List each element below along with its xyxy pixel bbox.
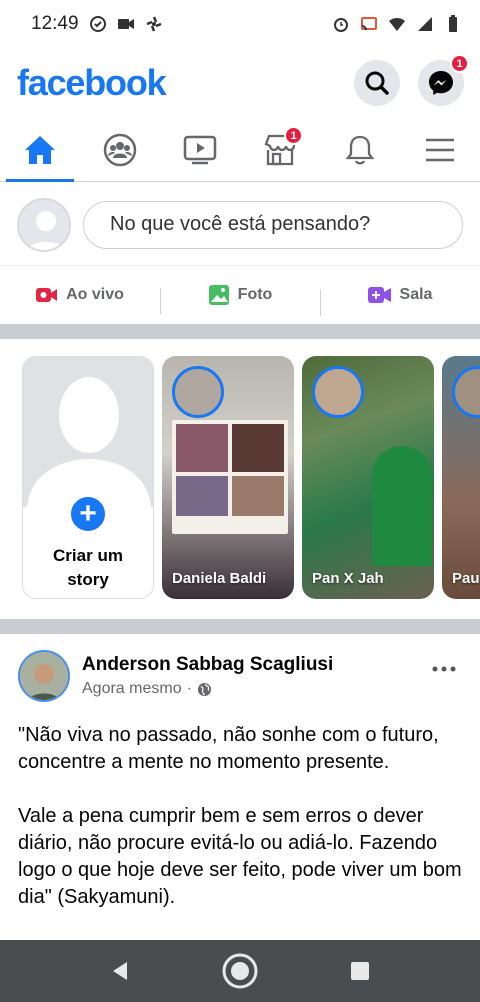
battery-icon bbox=[449, 15, 457, 32]
profile-photo-icon bbox=[20, 652, 68, 700]
globe-icon bbox=[197, 682, 211, 696]
story-card[interactable]: Pan X Jah bbox=[302, 356, 434, 599]
hamburger-menu-icon bbox=[426, 138, 454, 161]
facebook-logo[interactable]: facebook bbox=[17, 62, 167, 104]
messenger-icon bbox=[429, 71, 453, 95]
header-actions: 1 bbox=[354, 54, 469, 106]
story-author: Daniela Baldi bbox=[172, 570, 267, 587]
alarm-icon bbox=[334, 18, 348, 32]
story-card[interactable]: Pau bbox=[442, 356, 480, 599]
story-photo-subject bbox=[372, 446, 432, 566]
add-story-icon: + bbox=[68, 494, 108, 534]
photo-button[interactable]: Foto bbox=[160, 284, 320, 314]
status-right bbox=[332, 15, 462, 33]
composer-actions: Ao vivo Foto Sala bbox=[0, 268, 480, 322]
create-story-card[interactable]: + Criar um story bbox=[22, 356, 154, 599]
default-profile-icon bbox=[26, 210, 66, 250]
status-time: 12:49 bbox=[31, 13, 79, 34]
room-button[interactable]: Sala bbox=[320, 286, 480, 316]
section-divider bbox=[0, 324, 480, 339]
post-paragraph: Vale a pena cumprir bem e sem erros o de… bbox=[18, 805, 462, 908]
tab-marketplace[interactable]: 1 bbox=[240, 118, 320, 181]
default-profile-icon bbox=[27, 377, 151, 507]
search-button[interactable] bbox=[354, 60, 400, 106]
post-body: "Não viva no passado, não sonhe com o fu… bbox=[18, 722, 464, 911]
room-icon bbox=[367, 287, 391, 303]
sync-icon bbox=[89, 16, 106, 32]
tab-home[interactable] bbox=[0, 118, 80, 182]
marketplace-badge: 1 bbox=[284, 126, 303, 145]
tab-groups[interactable] bbox=[80, 118, 160, 181]
app-header: facebook 1 bbox=[0, 52, 480, 114]
messenger-badge: 1 bbox=[450, 54, 469, 73]
status-bar: 12:49 bbox=[0, 0, 480, 48]
nav-tabs: 1 bbox=[0, 118, 480, 182]
photo-label: Foto bbox=[237, 286, 273, 303]
wifi-icon bbox=[389, 17, 405, 31]
story-avatar bbox=[312, 366, 364, 418]
story-author: Pau bbox=[452, 570, 480, 587]
recents-icon[interactable] bbox=[349, 960, 371, 982]
create-story-photo bbox=[23, 357, 153, 507]
create-story-label-line-2: story bbox=[67, 570, 109, 589]
system-nav-bar bbox=[0, 940, 480, 1002]
story-avatar bbox=[452, 366, 480, 418]
story-author: Pan X Jah bbox=[312, 570, 384, 587]
live-video-button[interactable]: Ao vivo bbox=[0, 286, 160, 304]
story-thumbnail bbox=[172, 420, 288, 534]
fan-icon bbox=[146, 16, 162, 32]
post-meta: Agora mesmo · bbox=[82, 680, 333, 698]
messenger-button[interactable]: 1 bbox=[418, 54, 469, 106]
post-composer: No que você está pensando? bbox=[0, 184, 480, 266]
live-video-icon bbox=[36, 288, 58, 302]
post-header: Anderson Sabbag Scagliusi Agora mesmo · bbox=[18, 650, 333, 702]
cast-icon bbox=[361, 17, 377, 31]
create-story-label-line-1: Criar um bbox=[53, 546, 123, 565]
meta-dot: · bbox=[186, 680, 192, 697]
post-paragraph: "Não viva no passado, não sonhe com o fu… bbox=[18, 724, 439, 773]
story-avatar bbox=[172, 366, 224, 418]
home-icon bbox=[25, 135, 55, 164]
story-card[interactable]: Daniela Baldi bbox=[162, 356, 294, 599]
photo-icon bbox=[208, 285, 229, 305]
search-icon bbox=[365, 71, 389, 95]
tab-watch[interactable] bbox=[160, 118, 240, 181]
user-avatar[interactable] bbox=[17, 197, 71, 252]
section-divider bbox=[0, 619, 480, 634]
stories-tray: + Criar um story Daniela Baldi Pan X Jah… bbox=[0, 340, 480, 618]
room-label: Sala bbox=[399, 286, 433, 303]
feed-post: Anderson Sabbag Scagliusi Agora mesmo · … bbox=[0, 634, 480, 940]
post-options-button[interactable] bbox=[432, 652, 456, 678]
home-button-icon[interactable] bbox=[221, 952, 259, 990]
live-video-label: Ao vivo bbox=[66, 286, 124, 303]
bell-icon bbox=[345, 135, 375, 164]
create-story-label: Criar um story bbox=[23, 544, 153, 592]
whats-on-your-mind-input[interactable]: No que você está pensando? bbox=[83, 200, 463, 249]
video-camera-icon bbox=[117, 19, 134, 29]
status-left: 12:49 bbox=[31, 13, 163, 35]
groups-icon bbox=[103, 133, 137, 166]
post-author-name[interactable]: Anderson Sabbag Scagliusi bbox=[82, 654, 333, 676]
back-icon[interactable] bbox=[109, 960, 131, 982]
more-options-icon bbox=[432, 666, 456, 672]
post-timestamp[interactable]: Agora mesmo bbox=[82, 680, 182, 698]
tab-menu[interactable] bbox=[400, 118, 480, 181]
tab-notifications[interactable] bbox=[320, 118, 400, 181]
watch-icon bbox=[183, 135, 217, 164]
post-author-info: Anderson Sabbag Scagliusi Agora mesmo · bbox=[82, 654, 333, 698]
signal-icon bbox=[418, 17, 432, 31]
post-author-avatar[interactable] bbox=[18, 650, 70, 702]
